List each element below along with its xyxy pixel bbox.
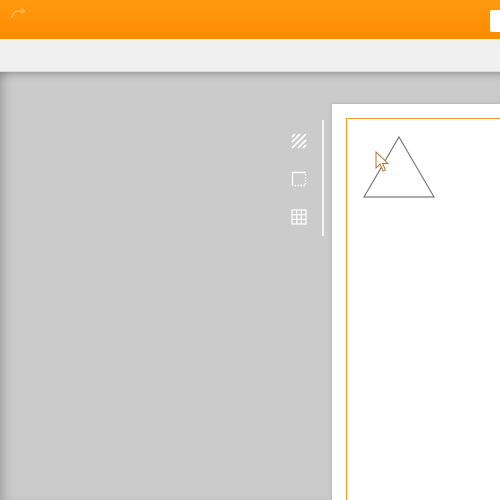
app-window <box>0 0 500 500</box>
title-bar <box>0 0 500 39</box>
view-tools <box>286 128 312 234</box>
hatch-tool-button[interactable] <box>286 128 312 158</box>
grid-tool-button[interactable] <box>286 204 312 234</box>
selection-rect-icon <box>291 171 307 192</box>
title-field[interactable] <box>490 10 500 32</box>
select-area-tool-button[interactable] <box>286 166 312 196</box>
triangle-shape[interactable] <box>362 135 436 199</box>
redo-icon <box>9 7 27 25</box>
redo-button[interactable] <box>6 6 30 26</box>
hatch-icon <box>291 132 307 154</box>
grid-icon <box>291 208 307 230</box>
tools-divider <box>322 120 324 236</box>
toolbar <box>0 39 500 72</box>
